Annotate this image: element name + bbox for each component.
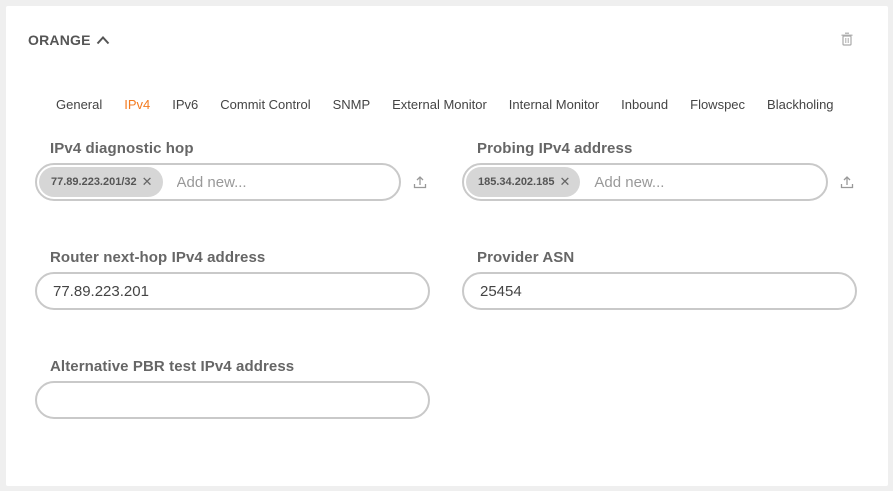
tab-commit-control[interactable]: Commit Control <box>220 97 310 112</box>
provider-card: ORANGE General IPv4 IPv6 Commit Control … <box>6 6 888 486</box>
tab-ipv6[interactable]: IPv6 <box>172 97 198 112</box>
alt-pbr-label: Alternative PBR test IPv4 address <box>50 358 295 375</box>
tab-general[interactable]: General <box>56 97 102 112</box>
chevron-up-icon <box>96 36 109 45</box>
tab-inbound[interactable]: Inbound <box>621 97 668 112</box>
alt-pbr-field: Alternative PBR test IPv4 address <box>35 358 430 419</box>
probing-address-tag-input[interactable]: 185.34.202.185 ✕ <box>462 163 828 201</box>
diagnostic-hop-add-input[interactable] <box>176 173 327 191</box>
probing-address-add-input[interactable] <box>594 173 745 191</box>
tab-bar: General IPv4 IPv6 Commit Control SNMP Ex… <box>56 97 834 112</box>
tab-ipv4[interactable]: IPv4 <box>124 97 150 112</box>
tab-flowspec[interactable]: Flowspec <box>690 97 745 112</box>
tab-internal-monitor[interactable]: Internal Monitor <box>509 97 599 112</box>
diagnostic-hop-label: IPv4 diagnostic hop <box>50 140 194 157</box>
trash-icon[interactable] <box>840 32 854 46</box>
diagnostic-hop-tag-input[interactable]: 77.89.223.201/32 ✕ <box>35 163 401 201</box>
probing-address-field: Probing IPv4 address 185.34.202.185 ✕ <box>462 140 854 201</box>
probing-address-label: Probing IPv4 address <box>477 140 633 157</box>
probing-address-chip: 185.34.202.185 ✕ <box>466 167 581 197</box>
chip-label: 185.34.202.185 <box>478 176 555 188</box>
chip-label: 77.89.223.201/32 <box>51 176 137 188</box>
alt-pbr-input[interactable] <box>35 381 430 419</box>
section-header[interactable]: ORANGE <box>28 32 110 48</box>
router-next-hop-label: Router next-hop IPv4 address <box>50 249 266 266</box>
router-next-hop-value: 77.89.223.201 <box>53 282 149 300</box>
tab-blackholing[interactable]: Blackholing <box>767 97 834 112</box>
close-icon[interactable]: ✕ <box>559 174 570 190</box>
router-next-hop-input[interactable]: 77.89.223.201 <box>35 272 430 310</box>
upload-icon[interactable] <box>840 175 854 189</box>
provider-asn-value: 25454 <box>480 282 522 300</box>
section-title: ORANGE <box>28 32 91 48</box>
provider-asn-input[interactable]: 25454 <box>462 272 857 310</box>
tab-snmp[interactable]: SNMP <box>333 97 371 112</box>
provider-asn-field: Provider ASN 25454 <box>462 249 857 310</box>
diagnostic-hop-chip: 77.89.223.201/32 ✕ <box>39 167 163 197</box>
provider-asn-label: Provider ASN <box>477 249 575 266</box>
upload-icon[interactable] <box>413 175 427 189</box>
close-icon[interactable]: ✕ <box>142 174 153 190</box>
router-next-hop-field: Router next-hop IPv4 address 77.89.223.2… <box>35 249 430 310</box>
diagnostic-hop-field: IPv4 diagnostic hop 77.89.223.201/32 ✕ <box>35 140 427 201</box>
tab-external-monitor[interactable]: External Monitor <box>392 97 487 112</box>
